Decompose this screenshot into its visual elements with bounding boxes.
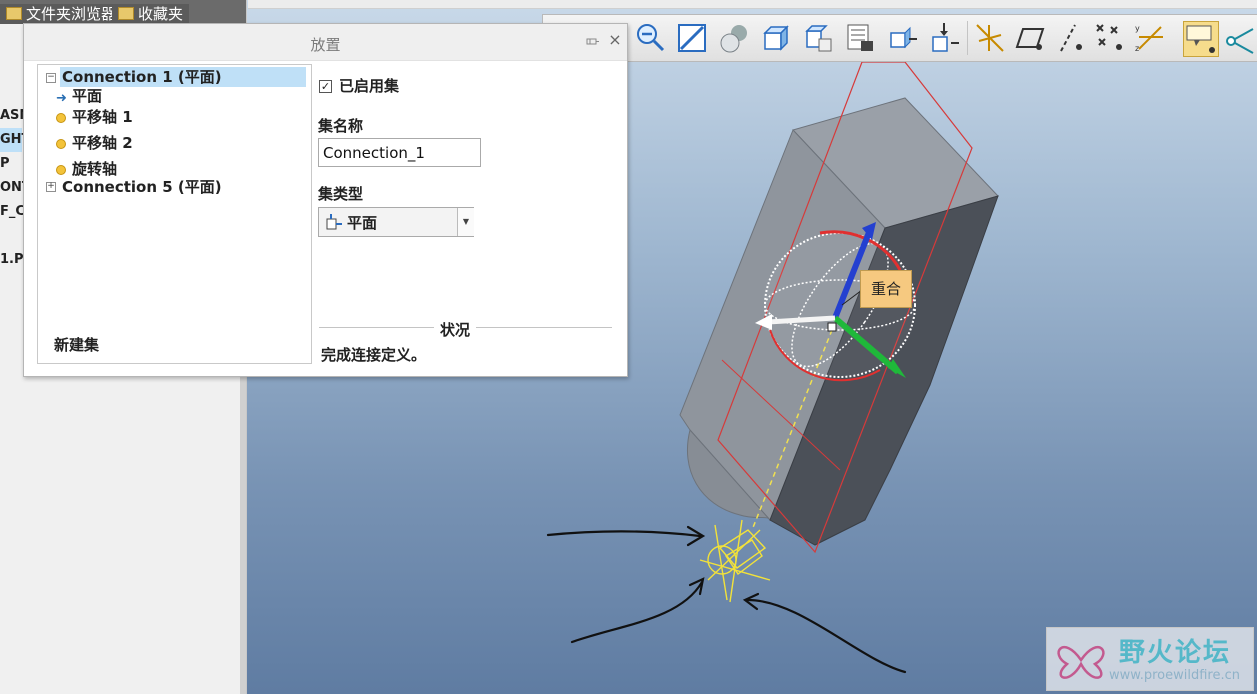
expand-icon[interactable]: + — [46, 182, 56, 192]
tree-child-label: 旋转轴 — [72, 160, 118, 178]
enable-set-label: 已启用集 — [339, 77, 400, 95]
axis-display-icon[interactable] — [1053, 21, 1087, 55]
enable-set-checkbox[interactable]: ✓ — [319, 80, 332, 93]
tree-child-label: 平移轴 2 — [72, 134, 133, 152]
set-type-label: 集类型 — [318, 185, 364, 203]
saved-views-icon[interactable] — [801, 21, 835, 55]
plane-display-icon[interactable] — [1013, 21, 1047, 55]
set-name-input[interactable] — [318, 138, 481, 167]
navigator-tabs: 文件夹浏览器 收藏夹 — [0, 0, 246, 24]
set-type-value: 平面 — [347, 214, 378, 232]
status-text: 完成连接定义。 — [321, 346, 427, 364]
dot-icon — [56, 139, 66, 149]
forum-watermark: 野火论坛 www.proewildfire.cn — [1046, 627, 1254, 691]
dot-icon — [56, 165, 66, 175]
collapse-icon[interactable]: − — [46, 73, 56, 83]
tree-child-label: 平面 — [72, 87, 103, 105]
watermark-url: www.proewildfire.cn — [1109, 668, 1240, 683]
svg-text:y: y — [1135, 24, 1140, 33]
tab-favorites-label: 收藏夹 — [138, 5, 184, 23]
set-name-label: 集名称 — [318, 117, 364, 135]
dragger-origin-marker — [827, 322, 837, 332]
dialog-title: 放置 — [310, 36, 341, 54]
tree-child-translation-axis-1[interactable]: 平移轴 1 — [54, 107, 133, 127]
tab-folder-browser[interactable]: 文件夹浏览器 — [0, 4, 123, 24]
zoom-out-icon[interactable] — [633, 21, 667, 55]
view-cube-icon[interactable] — [759, 21, 793, 55]
graphics-toolbar: yz — [542, 14, 1257, 62]
annotation-display-icon[interactable] — [1183, 21, 1219, 57]
favorites-icon — [118, 7, 134, 20]
yellow-component[interactable] — [699, 519, 771, 603]
tree-node-connection-1[interactable]: Connection 1 (平面) — [60, 67, 306, 87]
tab-favorites[interactable]: 收藏夹 — [112, 4, 190, 24]
connection-tree: − Connection 1 (平面) ➜ 平面 平移轴 1 平移轴 2 旋转轴 … — [37, 64, 312, 364]
watermark-title: 野火论坛 — [1119, 638, 1232, 668]
view-manager-icon[interactable] — [843, 21, 877, 55]
tree-child-translation-axis-2[interactable]: 平移轴 2 — [54, 133, 133, 153]
svg-text:z: z — [1135, 44, 1139, 53]
csys-display-icon[interactable]: yz — [1133, 21, 1167, 55]
set-type-dropdown[interactable]: 平面 ▼ — [318, 207, 474, 237]
new-set-link[interactable]: 新建集 — [54, 334, 99, 355]
pan-zoom-icon[interactable] — [927, 21, 961, 55]
tree-child-label: 平移轴 1 — [72, 108, 133, 126]
close-icon[interactable]: × — [608, 32, 622, 48]
tree-child-rotation-axis[interactable]: 旋转轴 — [54, 159, 117, 179]
dialog-title-bar[interactable]: 放置 × — [24, 24, 627, 61]
datum-display-icon[interactable] — [973, 21, 1007, 55]
orient-mode-icon[interactable] — [885, 21, 919, 55]
tree-node-connection-5[interactable]: Connection 5 (平面) — [60, 177, 222, 197]
toolbar-separator — [967, 21, 968, 55]
ribbon-edge — [248, 0, 1257, 9]
model-tree-item[interactable]: GHT — [0, 128, 30, 152]
placement-dialog: 放置 × − Connection 1 (平面) ➜ 平面 平移轴 1 平移轴 2… — [23, 23, 628, 377]
repaint-icon[interactable] — [675, 21, 709, 55]
arrow-right-icon: ➜ — [56, 91, 67, 106]
folder-icon — [6, 7, 22, 20]
tab-folder-browser-label: 文件夹浏览器 — [26, 5, 117, 23]
dot-icon — [56, 113, 66, 123]
status-title: 状况 — [434, 319, 477, 340]
constraint-tag[interactable]: 重合 — [860, 270, 912, 308]
planar-connection-icon — [326, 214, 342, 230]
tree-child-plane[interactable]: ➜ 平面 — [54, 86, 102, 106]
pin-icon[interactable] — [586, 36, 600, 48]
point-display-icon[interactable] — [1093, 21, 1127, 55]
shading-icon[interactable] — [717, 21, 751, 55]
chevron-down-icon[interactable]: ▼ — [457, 208, 474, 236]
spin-center-icon[interactable] — [1223, 21, 1257, 55]
butterfly-logo-icon — [1057, 646, 1105, 679]
